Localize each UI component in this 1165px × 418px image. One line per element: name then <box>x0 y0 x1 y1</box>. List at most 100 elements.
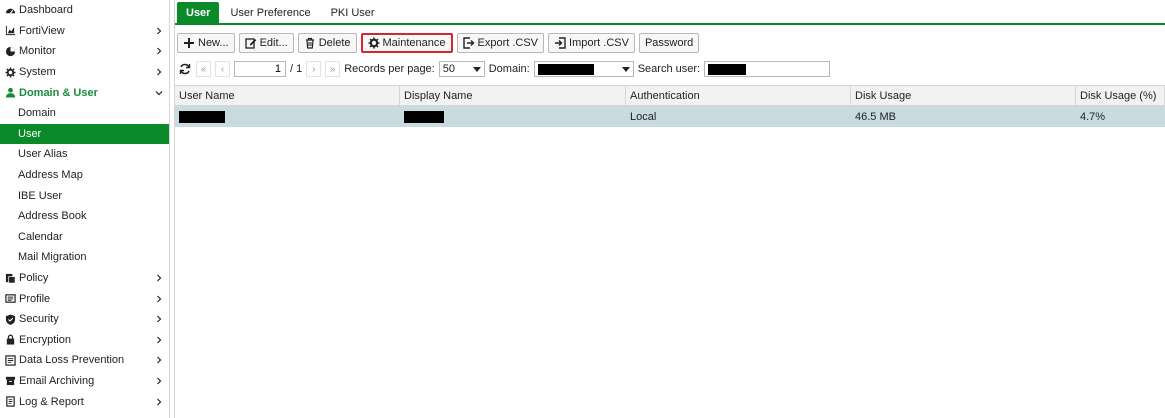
sidebar-item-user-alias[interactable]: User Alias <box>0 144 169 165</box>
records-per-page-select[interactable]: 50 <box>438 61 485 77</box>
profile-icon <box>4 293 16 305</box>
column-user-name[interactable]: User Name <box>175 86 400 105</box>
chevron-right-icon <box>155 314 163 324</box>
import-csv-label: Import .CSV <box>569 36 629 49</box>
password-button[interactable]: Password <box>638 32 700 53</box>
sidebar-item-encryption[interactable]: Encryption <box>0 330 169 351</box>
cell-display-name <box>400 106 626 127</box>
chevron-right-icon <box>155 397 163 407</box>
sidebar-item-label: IBE User <box>18 189 63 202</box>
toolbar: New... Edit... Delete Maintenance Export… <box>177 32 700 53</box>
sidebar-item-ibe-user[interactable]: IBE User <box>0 185 169 206</box>
page-number-input[interactable] <box>234 61 286 77</box>
sidebar-item-monitor[interactable]: Monitor <box>0 41 169 62</box>
sidebar-item-label: System <box>19 66 56 79</box>
chevron-right-icon <box>155 376 163 386</box>
chevron-right-icon <box>155 67 163 77</box>
chevron-right-icon <box>155 46 163 56</box>
prev-page-icon[interactable]: ‹ <box>215 61 230 77</box>
redacted-display-name <box>404 110 444 123</box>
sidebar-item-email-archiving[interactable]: Email Archiving <box>0 371 169 392</box>
column-disk-usage-pct[interactable]: Disk Usage (%) <box>1076 86 1165 105</box>
chevron-down-icon <box>155 88 163 98</box>
cell-authentication: Local <box>630 110 657 123</box>
chevron-down-icon <box>472 66 481 72</box>
sidebar-item-dashboard[interactable]: Dashboard <box>0 0 169 21</box>
sidebar-item-label: Address Book <box>18 210 87 223</box>
export-csv-button[interactable]: Export .CSV <box>456 32 545 53</box>
records-per-page-label: Records per page: <box>344 63 435 75</box>
sidebar-item-label: Security <box>19 313 59 326</box>
first-page-icon[interactable]: « <box>196 61 211 77</box>
sidebar-item-label: Address Map <box>18 169 83 182</box>
dlp-icon <box>4 354 16 366</box>
sidebar-item-policy[interactable]: Policy <box>0 268 169 289</box>
pagination-bar: « ‹ / 1 › » Records per page: 50 Domain:… <box>177 59 831 79</box>
new-button-label: New... <box>198 36 229 49</box>
sidebar-item-address-map[interactable]: Address Map <box>0 165 169 186</box>
table-header: User Name Display Name Authentication Di… <box>175 85 1165 106</box>
new-button[interactable]: New... <box>177 32 235 53</box>
chevron-right-icon <box>155 294 163 304</box>
delete-button-label: Delete <box>318 36 351 49</box>
search-user-input[interactable] <box>704 61 831 77</box>
search-user-label: Search user: <box>637 63 701 75</box>
sidebar-item-system[interactable]: System <box>0 62 169 83</box>
cell-disk-usage: 46.5 MB <box>855 110 896 123</box>
edit-icon <box>244 37 256 49</box>
sidebar-item-fortiview[interactable]: FortiView <box>0 21 169 42</box>
sidebar-item-label: FortiView <box>19 24 65 37</box>
sidebar-item-label: Policy <box>19 272 49 285</box>
column-display-name[interactable]: Display Name <box>400 86 626 105</box>
tab-user[interactable]: User <box>177 2 220 23</box>
policy-icon <box>4 272 16 284</box>
sidebar-item-data-loss-prevention[interactable]: Data Loss Prevention <box>0 350 169 371</box>
tab-user-preference[interactable]: User Preference <box>221 2 319 23</box>
plus-icon <box>184 37 194 48</box>
chevron-right-icon <box>155 355 163 365</box>
maintenance-button[interactable]: Maintenance <box>360 32 453 53</box>
user-icon <box>4 87 16 99</box>
sidebar-item-domain-user[interactable]: Domain & User <box>0 82 169 103</box>
table-row[interactable]: Local 46.5 MB 4.7% <box>175 106 1165 127</box>
pie-icon <box>4 45 16 57</box>
next-page-icon[interactable]: › <box>306 61 322 77</box>
sidebar-item-mail-migration[interactable]: Mail Migration <box>0 247 169 268</box>
sidebar-item-calendar[interactable]: Calendar <box>0 227 169 248</box>
sidebar-item-label: Profile <box>19 292 51 305</box>
column-authentication[interactable]: Authentication <box>626 86 851 105</box>
sidebar-item-label: Calendar <box>18 230 63 243</box>
sidebar-item-user[interactable]: User <box>0 123 169 145</box>
refresh-icon[interactable] <box>177 61 192 77</box>
chevron-right-icon <box>155 273 163 283</box>
sidebar-item-address-book[interactable]: Address Book <box>0 206 169 227</box>
tab-pki-user[interactable]: PKI User <box>322 2 384 23</box>
gear-icon <box>4 66 16 78</box>
export-csv-label: Export .CSV <box>477 36 539 49</box>
log-icon <box>4 396 16 408</box>
sidebar: Dashboard FortiView Monitor System Domain & … <box>0 0 170 418</box>
page-total: / 1 <box>290 63 303 75</box>
sidebar-item-label: Log & Report <box>19 395 84 408</box>
edit-button[interactable]: Edit... <box>238 32 294 53</box>
sidebar-item-domain[interactable]: Domain <box>0 103 169 124</box>
sidebar-item-log-report[interactable]: Log & Report <box>0 391 169 412</box>
sidebar-item-label: Domain & User <box>19 86 98 99</box>
edit-button-label: Edit... <box>259 36 288 49</box>
domain-select[interactable] <box>533 61 634 77</box>
sidebar-item-label: User Alias <box>18 148 68 161</box>
delete-button[interactable]: Delete <box>297 32 357 53</box>
export-icon <box>462 36 474 49</box>
records-per-page-value: 50 <box>442 63 455 75</box>
cell-disk-usage-pct: 4.7% <box>1080 110 1106 123</box>
sidebar-item-label: User <box>18 127 42 140</box>
archive-icon <box>4 375 16 387</box>
sidebar-item-profile[interactable]: Profile <box>0 288 169 309</box>
import-csv-button[interactable]: Import .CSV <box>548 32 635 53</box>
sidebar-item-security[interactable]: Security <box>0 309 169 330</box>
shield-icon <box>4 313 16 325</box>
sidebar-item-label: Mail Migration <box>18 251 87 264</box>
column-disk-usage[interactable]: Disk Usage <box>851 86 1076 105</box>
redacted-domain <box>537 63 594 75</box>
last-page-icon[interactable]: » <box>325 61 341 77</box>
